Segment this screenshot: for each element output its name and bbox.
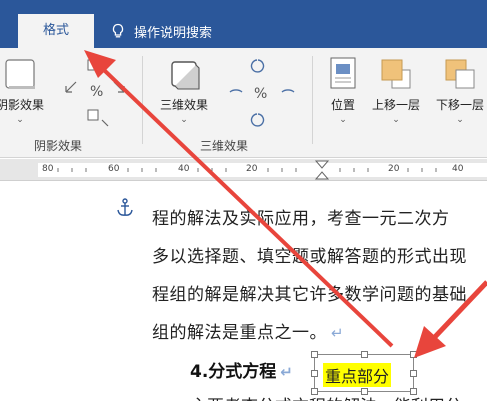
document-page[interactable]: 程的解法及实际应用，考查一元二次方 多以选择题、填空题或解答题的形式出现 程组的… <box>0 182 487 401</box>
position-icon <box>330 57 356 89</box>
3d-effects-button[interactable]: 三维效果 ⌄ <box>156 56 212 125</box>
paragraph-mark: ↵ <box>280 363 293 381</box>
shadow-square-icon <box>5 59 35 89</box>
send-backward-label: 下移一层 <box>435 98 484 112</box>
shadow-effects-button[interactable]: 阴影效果 ⌄ <box>0 56 45 125</box>
position-label: 位置 <box>330 98 355 112</box>
shadow-nudge-icons[interactable]: % <box>62 58 134 130</box>
horizontal-ruler[interactable]: 80 60 40 20 20 40 <box>0 159 487 181</box>
group-divider <box>312 56 313 144</box>
ribbon: 阴影效果 ⌄ % 阴影效果 三维效果 ⌄ % 三维效果 位置 ⌄ 上移一层 ⌄ … <box>0 48 487 158</box>
arrange-group: 位置 ⌄ 上移一层 ⌄ 下移一层 ⌄ <box>314 48 487 158</box>
chevron-down-icon: ⌄ <box>16 115 24 125</box>
paragraph-line-end: 组的解法是重点之一。 ↵ <box>152 318 344 343</box>
chevron-down-icon: ⌄ <box>456 115 464 125</box>
anchor-icon <box>117 198 133 216</box>
bring-forward-button[interactable]: 上移一层 ⌄ <box>366 56 426 125</box>
paragraph-line: 程组的解是解决其它许多数学问题的基础 <box>152 285 467 305</box>
shadow-effects-label: 阴影效果 <box>0 98 45 112</box>
send-backward-button[interactable]: 下移一层 ⌄ <box>430 56 487 125</box>
3d-tilt-icons[interactable]: % <box>226 56 302 132</box>
first-line-indent-marker <box>314 160 330 169</box>
resize-handle[interactable] <box>361 351 368 358</box>
search-label: 操作说明搜索 <box>134 25 213 41</box>
tab-format[interactable]: 格式 <box>18 14 94 48</box>
bring-forward-label: 上移一层 <box>371 98 420 112</box>
svg-text:%: % <box>90 84 103 100</box>
3d-effects-group-label: 三维效果 <box>200 139 249 153</box>
resize-handle[interactable] <box>311 370 318 377</box>
paragraph-line: 主要考查分式方程的解法，能利用分 <box>190 392 462 401</box>
hanging-indent-marker <box>314 171 330 180</box>
shadow-effects-group-label: 阴影效果 <box>34 139 83 153</box>
resize-handle[interactable] <box>410 370 417 377</box>
heading-text: 4.分式方程 <box>190 362 277 382</box>
ribbon-tab-strip: 格式 操作说明搜索 <box>0 0 487 48</box>
section-heading: 4.分式方程 ↵ <box>190 357 293 382</box>
resize-handle[interactable] <box>311 351 318 358</box>
tell-me-search[interactable]: 操作说明搜索 <box>110 14 212 48</box>
3d-effects-label: 三维效果 <box>159 98 208 112</box>
lightbulb-icon <box>112 23 124 38</box>
resize-handle[interactable] <box>410 351 417 358</box>
paragraph-text: 组的解法是重点之一。 <box>152 323 327 343</box>
chevron-down-icon: ⌄ <box>392 115 400 125</box>
shadow-effects-group: 阴影效果 ⌄ % 阴影效果 <box>0 48 140 158</box>
svg-text:%: % <box>254 86 267 102</box>
paragraph-line: 程的解法及实际应用，考查一元二次方 <box>152 209 450 229</box>
position-button[interactable]: 位置 ⌄ <box>326 56 360 125</box>
paragraph-line: 多以选择题、填空题或解答题的形式出现 <box>152 247 467 267</box>
3d-effects-group: 三维效果 ⌄ % 三维效果 <box>144 48 310 158</box>
paragraph-mark: ↵ <box>331 324 345 342</box>
chevron-down-icon: ⌄ <box>339 115 347 125</box>
group-divider <box>142 56 143 144</box>
chevron-down-icon: ⌄ <box>180 115 188 125</box>
3d-cube-icon <box>171 61 200 90</box>
send-backward-icon <box>445 59 475 89</box>
ruler-ticks <box>57 160 437 180</box>
bring-forward-icon <box>381 59 411 89</box>
highlighted-text[interactable]: 重点部分 <box>323 363 392 387</box>
text-box[interactable]: 重点部分 <box>311 351 417 395</box>
